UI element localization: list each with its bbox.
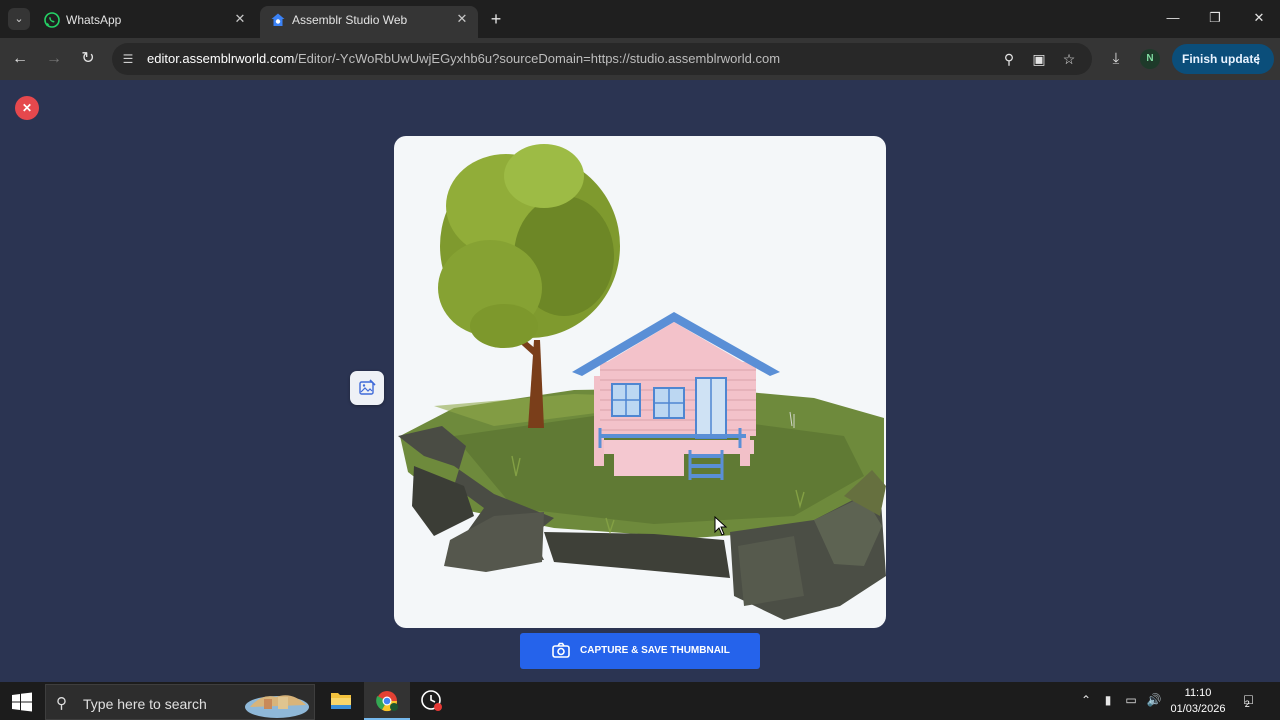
- reload-icon[interactable]: ↻: [77, 48, 99, 70]
- profile-avatar[interactable]: N: [1140, 49, 1160, 69]
- tab-title: WhatsApp: [66, 13, 122, 27]
- notification-count: 2: [1244, 699, 1250, 709]
- close-tab-icon[interactable]: ✕: [454, 11, 470, 27]
- kebab-menu-icon: ⋮: [1252, 52, 1264, 66]
- whatsapp-icon: [44, 12, 60, 28]
- taskbar-file-explorer[interactable]: [318, 682, 364, 720]
- url-path: /Editor/-YcWoRbUwUwjEGyxhb6u?sourceDomai…: [294, 51, 781, 66]
- new-tab-plus-icon[interactable]: +: [486, 9, 506, 29]
- tree-trunk: [528, 340, 544, 428]
- download-icon[interactable]: ⤓: [1106, 49, 1126, 69]
- taskbar-search-box[interactable]: ⚲ Type here to search: [45, 684, 315, 720]
- browser-toolbar: ← → ↻ ☰ editor.assemblrworld.com/Editor/…: [0, 38, 1280, 80]
- site-info-icon[interactable]: ☰: [120, 51, 136, 67]
- camera-icon: [552, 642, 570, 658]
- assemblr-logo-icon: [271, 13, 285, 26]
- tab-title: Assemblr Studio Web: [292, 13, 408, 27]
- battery-icon[interactable]: ▭: [1122, 693, 1140, 707]
- image-edit-button[interactable]: [350, 371, 384, 405]
- back-arrow-icon[interactable]: ←: [9, 48, 31, 70]
- close-editor-button[interactable]: ✕: [15, 96, 39, 120]
- windows-taskbar: ⚲ Type here to search ⌃ ▮ ▭ 🔊 11:10 01/0…: [0, 682, 1280, 720]
- finish-update-label: Finish update: [1182, 52, 1260, 66]
- tab-search-chevron-icon[interactable]: ⌄: [8, 8, 30, 30]
- browser-tab-strip: ⌄ WhatsApp ✕ Assemblr Studio Web ✕ + — ❐…: [0, 0, 1280, 38]
- forward-arrow-icon[interactable]: →: [43, 48, 65, 70]
- taskbar-clock[interactable]: 11:10 01/03/2026: [1166, 685, 1230, 717]
- clock-date: 01/03/2026: [1170, 703, 1226, 715]
- taskbar-screen-recorder[interactable]: [410, 682, 456, 720]
- folder-icon: [331, 693, 351, 709]
- chrome-icon: [376, 691, 398, 712]
- clock-time: 11:10: [1184, 687, 1212, 699]
- minimize-window-icon[interactable]: —: [1158, 8, 1188, 28]
- finish-update-button[interactable]: Finish update ⋮: [1172, 44, 1274, 74]
- search-highlight-art-icon: [245, 695, 309, 718]
- screen-recorder-icon: [421, 690, 442, 711]
- microphone-icon[interactable]: ▮: [1100, 693, 1116, 707]
- scene-preview-card[interactable]: [394, 136, 886, 628]
- taskbar-chrome[interactable]: [364, 682, 410, 720]
- url-host: editor.assemblrworld.com: [147, 51, 295, 66]
- tray-overflow-chevron-icon[interactable]: ⌃: [1078, 693, 1094, 707]
- address-bar[interactable]: ☰ editor.assemblrworld.com/Editor/-YcWoR…: [112, 43, 1092, 75]
- zoom-icon[interactable]: ⚲: [1000, 50, 1018, 68]
- mouse-cursor-icon: [714, 516, 728, 536]
- capture-save-thumbnail-button[interactable]: CAPTURE & SAVE THUMBNAIL: [520, 633, 760, 669]
- bookmark-star-icon[interactable]: ☆: [1060, 50, 1078, 68]
- speaker-volume-icon[interactable]: 🔊: [1144, 693, 1164, 707]
- capture-button-label: CAPTURE & SAVE THUMBNAIL: [580, 645, 730, 656]
- close-tab-icon[interactable]: ✕: [232, 11, 248, 27]
- notification-center-icon[interactable]: □2: [1240, 691, 1262, 711]
- rock-edge-front: [544, 532, 730, 578]
- search-placeholder: Type here to search: [83, 696, 207, 712]
- search-icon: ⚲: [56, 695, 67, 712]
- house-model: [572, 312, 780, 480]
- tab-whatsapp[interactable]: WhatsApp ✕: [34, 6, 256, 38]
- install-app-icon[interactable]: ▣: [1030, 50, 1048, 68]
- url-text[interactable]: editor.assemblrworld.com/Editor/-YcWoRbU…: [147, 51, 780, 66]
- tab-assemblr-studio[interactable]: Assemblr Studio Web ✕: [260, 6, 478, 38]
- image-edit-icon: [359, 379, 376, 395]
- scene-preview-canvas: [398, 144, 886, 620]
- windows-start-icon[interactable]: [12, 692, 32, 712]
- close-window-icon[interactable]: ✕: [1244, 8, 1274, 28]
- restore-window-icon[interactable]: ❐: [1200, 8, 1230, 28]
